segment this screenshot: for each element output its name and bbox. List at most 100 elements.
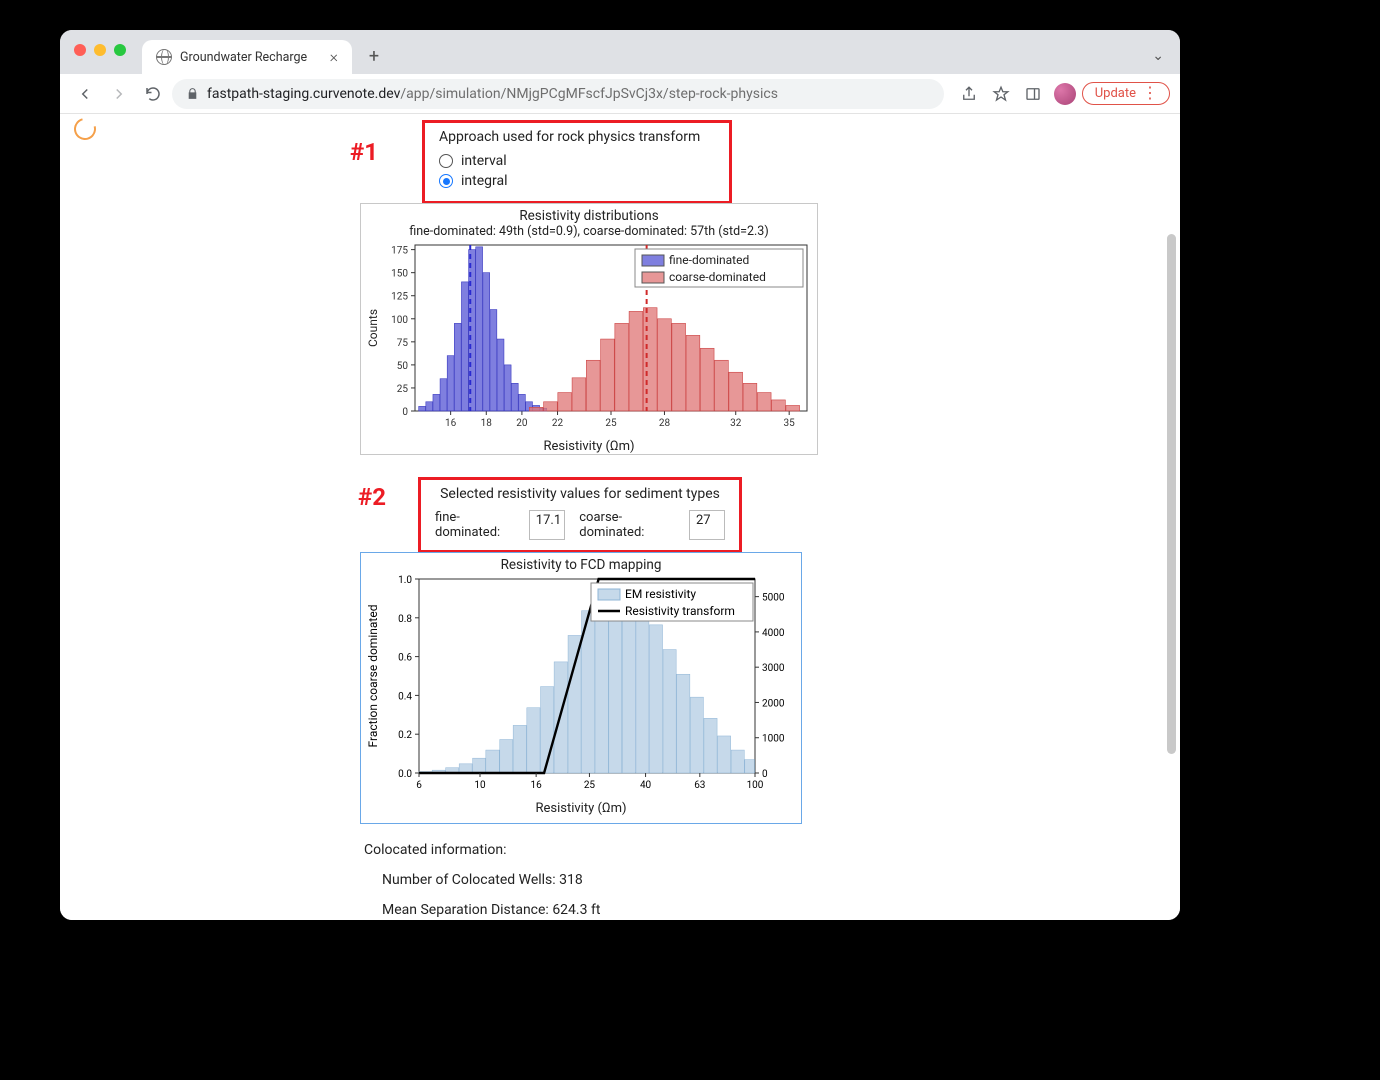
plot1-title: Resistivity distributions <box>361 204 817 224</box>
svg-text:150: 150 <box>391 269 408 280</box>
radio-icon <box>439 154 453 168</box>
lock-icon <box>186 87 199 100</box>
svg-text:Fraction coarse dominated: Fraction coarse dominated <box>366 605 380 748</box>
svg-text:0: 0 <box>762 769 768 780</box>
address-bar: fastpath-staging.curvenote.dev/app/simul… <box>60 74 1180 114</box>
side-panel-icon[interactable] <box>1018 79 1048 109</box>
svg-text:16: 16 <box>531 780 543 791</box>
svg-text:EM resistivity: EM resistivity <box>625 587 696 601</box>
window-minimize-icon[interactable] <box>94 44 106 56</box>
url-field[interactable]: fastpath-staging.curvenote.dev/app/simul… <box>172 79 944 109</box>
share-icon[interactable] <box>954 79 984 109</box>
svg-text:coarse-dominated: coarse-dominated <box>669 270 766 284</box>
fine-label: fine-dominated: <box>435 510 515 540</box>
svg-text:40: 40 <box>640 780 652 791</box>
scrollbar-thumb[interactable] <box>1167 234 1176 754</box>
svg-text:50: 50 <box>397 361 409 372</box>
svg-text:Counts: Counts <box>366 309 380 347</box>
radio-icon <box>439 174 453 188</box>
radio-integral[interactable]: integral <box>439 171 715 191</box>
bookmark-star-icon[interactable] <box>986 79 1016 109</box>
svg-text:20: 20 <box>516 418 528 429</box>
callout-1-label: #1 <box>350 138 378 166</box>
plot1-subtitle: fine-dominated: 49th (std=0.9), coarse-d… <box>361 224 817 239</box>
svg-text:18: 18 <box>481 418 493 429</box>
svg-text:6: 6 <box>416 780 422 791</box>
svg-text:3000: 3000 <box>762 663 785 674</box>
section-1-title: Approach used for rock physics transform <box>439 129 715 145</box>
window-close-icon[interactable] <box>74 44 86 56</box>
svg-text:5000: 5000 <box>762 593 785 604</box>
info-mean-sep: Mean Separation Distance: 624.3 ft <box>364 902 880 918</box>
plot2-title: Resistivity to FCD mapping <box>361 553 801 573</box>
svg-text:0.0: 0.0 <box>398 769 412 780</box>
svg-text:100: 100 <box>391 315 408 326</box>
plot-resistivity-distributions: Resistivity distributions fine-dominated… <box>360 203 818 455</box>
nav-reload-button[interactable] <box>138 79 168 109</box>
svg-text:1.0: 1.0 <box>398 575 412 586</box>
main-content: #1 Approach used for rock physics transf… <box>360 114 880 918</box>
info-wells: Number of Colocated Wells: 318 <box>364 872 880 888</box>
update-label: Update <box>1095 86 1136 101</box>
coarse-label: coarse-dominated: <box>579 510 675 540</box>
plot2-canvas: 0.00.20.40.60.81.00100020003000400050006… <box>361 573 803 797</box>
tabs-dropdown-icon[interactable]: ⌄ <box>1152 48 1164 64</box>
tab-close-icon[interactable]: × <box>330 49 338 65</box>
scrollbar-track[interactable] <box>1164 114 1178 920</box>
globe-icon <box>156 49 172 65</box>
browser-tab[interactable]: Groundwater Recharge × <box>142 40 352 74</box>
svg-text:0.8: 0.8 <box>398 614 412 625</box>
radio-interval[interactable]: interval <box>439 151 715 171</box>
svg-text:16: 16 <box>445 418 457 429</box>
svg-text:10: 10 <box>474 780 486 791</box>
app-logo-icon <box>70 114 100 144</box>
svg-text:2000: 2000 <box>762 698 785 709</box>
svg-text:25: 25 <box>584 780 596 791</box>
svg-text:75: 75 <box>397 338 409 349</box>
page-viewport: #1 Approach used for rock physics transf… <box>60 114 1180 920</box>
svg-text:32: 32 <box>730 418 742 429</box>
tab-strip: Groundwater Recharge × + ⌄ <box>60 30 1180 74</box>
svg-text:125: 125 <box>391 292 408 303</box>
colocated-info: Colocated information: Number of Colocat… <box>360 842 880 918</box>
new-tab-button[interactable]: + <box>360 42 388 70</box>
section-2-box: Selected resistivity values for sediment… <box>418 477 742 553</box>
svg-text:0.4: 0.4 <box>398 691 412 702</box>
svg-text:25: 25 <box>397 384 409 395</box>
plot-resistivity-to-fcd: Resistivity to FCD mapping 0.0 0.2 0.4 0.6 0… <box>360 552 802 824</box>
nav-forward-button[interactable] <box>104 79 134 109</box>
nav-back-button[interactable] <box>70 79 100 109</box>
window-zoom-icon[interactable] <box>114 44 126 56</box>
plot2-xlabel: Resistivity (Ωm) <box>361 797 801 824</box>
section-2-title: Selected resistivity values for sediment… <box>435 486 725 502</box>
callout-2-label: #2 <box>358 483 386 511</box>
tab-title: Groundwater Recharge <box>180 50 307 65</box>
svg-text:28: 28 <box>659 418 671 429</box>
browser-window: Groundwater Recharge × + ⌄ fastpath-stag… <box>60 30 1180 920</box>
svg-text:25: 25 <box>605 418 617 429</box>
radio-interval-label: interval <box>461 153 507 169</box>
svg-text:100: 100 <box>747 780 764 791</box>
plot1-xlabel: Resistivity (Ωm) <box>361 435 817 462</box>
svg-text:0.2: 0.2 <box>398 730 412 741</box>
plot1-canvas: 0 25 50 75 100 125 150 175 16 18 20 22 25 28 32 35 Count… <box>361 239 819 435</box>
fine-value-input[interactable]: 17.1 <box>529 510 565 540</box>
info-heading: Colocated information: <box>364 842 880 858</box>
svg-text:63: 63 <box>694 780 705 791</box>
profile-avatar[interactable] <box>1050 79 1080 109</box>
svg-text:Resistivity transform: Resistivity transform <box>625 604 735 618</box>
menu-dots-icon: ⋮ <box>1142 91 1157 96</box>
coarse-value-input[interactable]: 27 <box>689 510 725 540</box>
toolbar-right: Update ⋮ <box>954 79 1170 109</box>
radio-integral-label: integral <box>461 173 508 189</box>
svg-text:fine-dominated: fine-dominated <box>669 253 749 267</box>
svg-text:22: 22 <box>552 418 564 429</box>
window-traffic-lights <box>74 44 126 56</box>
svg-text:4000: 4000 <box>762 628 785 639</box>
url-text: fastpath-staging.curvenote.dev/app/simul… <box>207 86 778 102</box>
svg-text:0: 0 <box>402 407 408 418</box>
update-button[interactable]: Update ⋮ <box>1082 82 1170 105</box>
svg-text:0.6: 0.6 <box>398 653 412 664</box>
svg-text:35: 35 <box>784 418 796 429</box>
svg-text:175: 175 <box>391 246 408 257</box>
